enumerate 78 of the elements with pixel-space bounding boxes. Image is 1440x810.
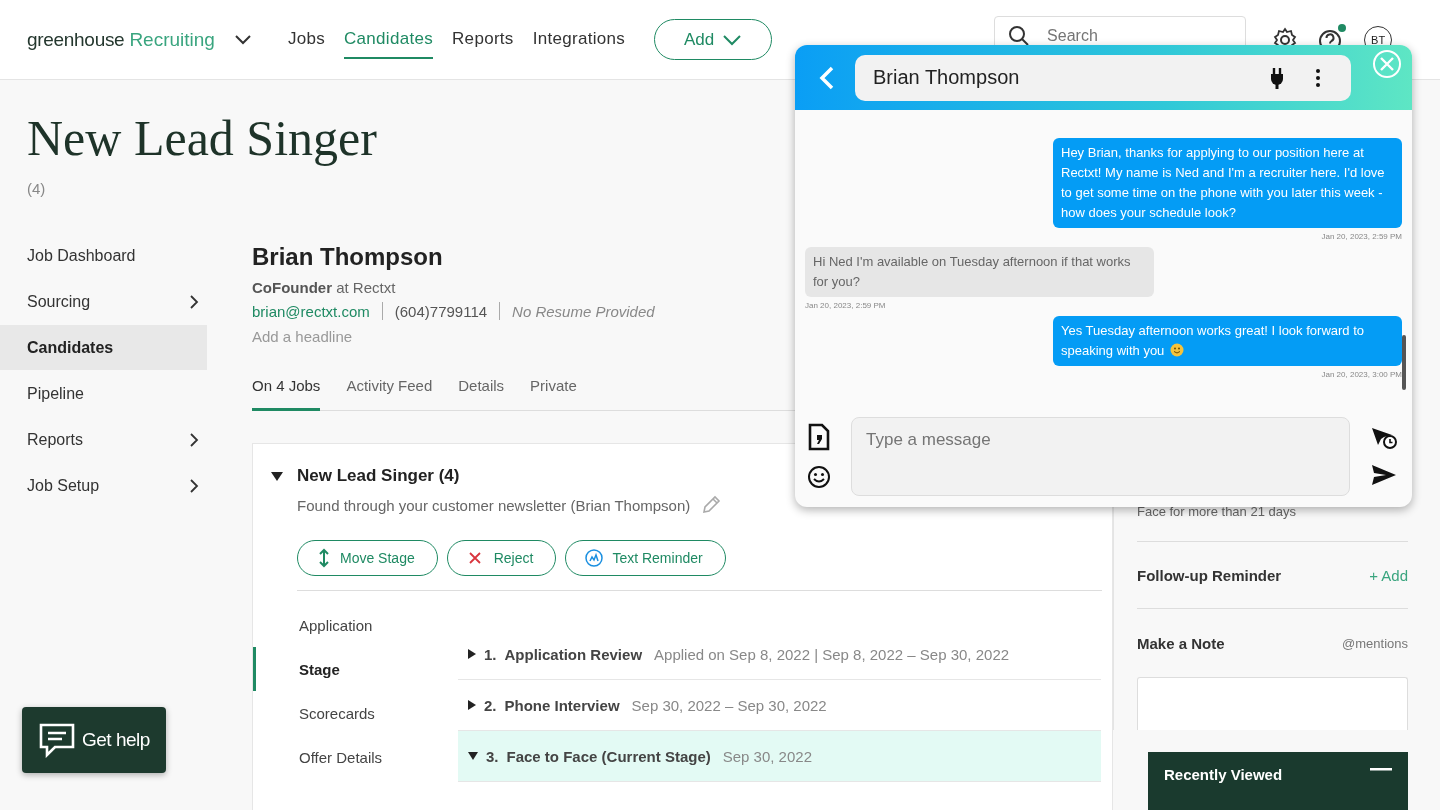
chevron-right-icon (189, 431, 199, 448)
message-bubble: Hey Brian, thanks for applying to our position here at Rectxt! My name is Ned and I'm a recruiter here. I'd love to get some time on the phone with you later this week - how does your schedule look? (1053, 138, 1402, 228)
stage-name: Application Review (504, 645, 643, 663)
mentions-hint: @mentions (1342, 635, 1408, 651)
tab[interactable]: Private (530, 367, 577, 411)
expand-toggle[interactable] (468, 649, 476, 659)
logo-text[interactable]: greenhouse (27, 28, 125, 51)
smiley-icon (1170, 343, 1185, 357)
nav-link[interactable]: Reports (452, 20, 514, 59)
phone-number: (604)7799114 (394, 302, 488, 320)
action-button[interactable]: Reject (446, 540, 557, 576)
nav-link[interactable]: Jobs (287, 20, 326, 59)
tab[interactable]: On 4 Jobs (252, 367, 321, 411)
action-button[interactable]: Text Reminder (565, 540, 726, 576)
stage-number: 3. (486, 747, 499, 765)
send-icon[interactable] (1371, 464, 1397, 486)
add-button[interactable]: Add (654, 19, 773, 60)
get-help-button[interactable]: Get help (22, 707, 166, 773)
stage-name: Phone Interview (504, 696, 620, 714)
section-link[interactable]: Application (253, 603, 458, 647)
stage-dates: Sep 30, 2022 (722, 747, 812, 765)
file-icon[interactable] (807, 423, 831, 451)
bar-title: Recently Viewed (1164, 766, 1283, 783)
message-time: Jan 20, 2023, 2:59 PM (1321, 232, 1402, 241)
sidebar-item[interactable]: Sourcing (0, 279, 207, 324)
stage-row[interactable]: 1. Application Review Applied on Sep 8, 2022 | Sep 8, 2022 – Sep 30, 2022 (458, 629, 1101, 680)
section-title: Follow-up Reminder (1137, 566, 1282, 584)
tab[interactable]: Details (458, 367, 505, 411)
job-title: New Lead Singer (27, 110, 377, 166)
nav-link[interactable]: Candidates (344, 20, 434, 59)
stage-dates: Sep 30, 2022 – Sep 30, 2022 (631, 696, 827, 714)
contact-name: Brian Thompson (873, 66, 1021, 89)
stage-number: 2. (484, 696, 497, 714)
recently-viewed-bar[interactable]: Recently Viewed (1148, 752, 1408, 810)
message-bubble: Yes Tuesday afternoon works great! I look forward to speaking with you (1053, 316, 1402, 366)
resume-status: No Resume Provided (512, 302, 655, 320)
expand-toggle[interactable] (468, 700, 476, 710)
section-link[interactable]: Scorecards (253, 691, 458, 735)
job-count: (4) (27, 180, 46, 197)
sidebar-item[interactable]: Candidates (0, 325, 207, 370)
emoji-icon[interactable] (807, 465, 831, 489)
scheduled-send-icon[interactable] (1370, 426, 1398, 450)
candidate-name: Brian Thompson (252, 243, 443, 271)
email-link[interactable]: brian@rectxt.com (252, 302, 370, 320)
nav-link[interactable]: Integrations (532, 20, 626, 59)
note-field[interactable] (1137, 677, 1408, 730)
search-icon (1008, 25, 1031, 47)
chevron-down-icon (722, 33, 743, 46)
stage-name: Face to Face (Current Stage) (506, 747, 711, 765)
candidate-position: CoFounder at Rectxt (252, 279, 396, 296)
arrows-vertical-icon (316, 548, 332, 568)
source-text: Found through your customer newsletter (Brian Thompson) (297, 496, 691, 514)
more-icon[interactable] (1315, 67, 1321, 88)
sidebar-item[interactable]: Pipeline (0, 371, 207, 416)
message-field[interactable]: Type a message (851, 416, 1350, 496)
stage-row[interactable]: 3. Face to Face (Current Stage) Sep 30, 2022 (458, 731, 1101, 782)
chevron-right-icon (189, 293, 199, 310)
message-bubble: Hi Ned I'm available on Tuesday afternoon if that works for you? (805, 247, 1154, 297)
tab[interactable]: Activity Feed (346, 367, 433, 411)
plug-icon[interactable] (1269, 66, 1285, 89)
stage-number: 1. (484, 645, 497, 663)
section-link[interactable]: Stage (253, 647, 458, 691)
section-title: Make a Note (1137, 634, 1225, 652)
collapse-toggle[interactable] (271, 471, 283, 481)
minimize-icon (1370, 768, 1392, 772)
chevron-right-icon (189, 477, 199, 494)
scrollbar[interactable] (1402, 335, 1406, 390)
sidebar-item[interactable]: Reports (0, 417, 207, 462)
message-time: Jan 20, 2023, 3:00 PM (1321, 370, 1402, 379)
stage-dates: Applied on Sep 8, 2022 | Sep 8, 2022 – Sep 30, 2022 (654, 645, 1010, 663)
sidebar-item[interactable]: Job Setup (0, 463, 207, 508)
sidebar-item[interactable]: Job Dashboard (0, 233, 207, 278)
section-link[interactable]: Offer Details (253, 735, 458, 779)
expand-toggle[interactable] (468, 752, 478, 760)
chevron-down-icon (233, 33, 252, 46)
action-button[interactable]: Move Stage (297, 540, 438, 576)
message-time: Jan 20, 2023, 2:59 PM (805, 301, 886, 310)
job-name: New Lead Singer (4) (297, 466, 460, 486)
